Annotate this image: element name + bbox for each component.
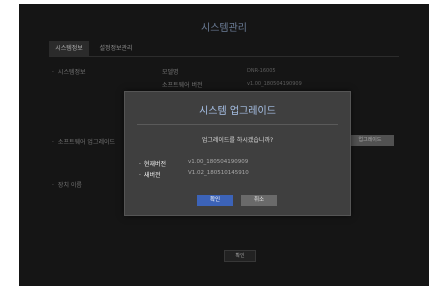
dialog-question: 업그레이드를 하시겠습니까? [201,137,274,144]
new-version-value: V1.02_180510145910 [188,170,249,176]
new-version-label: 새버전 [139,170,161,179]
dialog-title: 시스템 업그레이드 [199,106,276,117]
current-version-value: v1.00_180504190909 [188,159,249,165]
confirm-button[interactable]: 확인 [197,195,233,206]
current-version-label: 현재버전 [139,159,166,168]
system-management-screen: 시스템관리 시스템정보 설정정보관리 시스템정보 모델명 DNR-16005 소… [19,4,429,286]
cancel-button[interactable]: 취소 [241,195,277,206]
dialog-divider [137,124,338,125]
upgrade-dialog: 시스템 업그레이드 업그레이드를 하시겠습니까? 현재버전 v1.00_1805… [124,91,351,216]
